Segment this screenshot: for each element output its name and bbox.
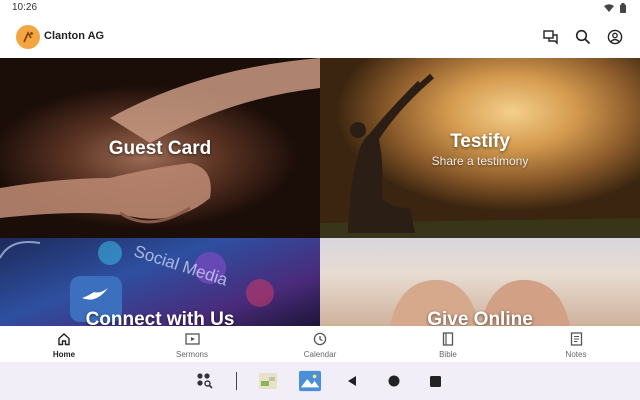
square-overview-icon [430, 375, 441, 387]
photos-icon [298, 370, 321, 392]
connect-tile[interactable]: Social Media Connect with Us [0, 238, 320, 326]
testify-tile[interactable]: Testify Share a testimony [320, 58, 640, 238]
connect-title: Connect with Us [85, 309, 235, 326]
give-tile[interactable]: Give Online [320, 238, 640, 326]
logo-icon [23, 31, 33, 43]
chat-icon [543, 30, 558, 45]
account-button[interactable] [606, 28, 624, 46]
circle-home-icon [388, 375, 399, 387]
battery-icon [620, 3, 626, 13]
status-bar: 10:26 [0, 0, 640, 16]
system-nav-bar [0, 362, 640, 400]
nav-sermons[interactable]: Sermons [128, 326, 256, 362]
home-system-button[interactable] [383, 370, 405, 392]
church-logo [16, 25, 40, 49]
notes-icon [570, 332, 582, 346]
home-tiles: Guest Card Testify Share a testimony Soc… [0, 58, 640, 326]
search-icon [575, 29, 591, 45]
bottom-nav: Home Sermons Calendar Bible Notes [0, 326, 640, 362]
back-button[interactable] [341, 370, 363, 392]
testify-title: Testify [450, 131, 510, 152]
app-header: Clanton AG [0, 16, 640, 58]
app-title: Clanton AG [44, 30, 105, 42]
nav-calendar[interactable]: Calendar [256, 326, 384, 362]
back-icon [347, 376, 356, 386]
nav-home-label: Home [52, 350, 76, 359]
testify-subtitle: Share a testimony [431, 154, 529, 168]
clock-icon [313, 332, 327, 346]
nav-bible[interactable]: Bible [384, 326, 512, 362]
nav-sermons-label: Sermons [175, 350, 208, 359]
taskbar-divider [235, 372, 237, 390]
nav-notes-label: Notes [565, 350, 587, 359]
apps-search-icon [196, 373, 213, 389]
status-time: 10:26 [12, 2, 38, 13]
nav-home[interactable]: Home [0, 326, 128, 362]
overview-button[interactable] [425, 370, 447, 392]
status-icons [604, 3, 626, 13]
nav-notes[interactable]: Notes [512, 326, 640, 362]
book-icon [442, 332, 454, 346]
messages-button[interactable] [542, 28, 560, 46]
recent-app-1[interactable] [257, 370, 279, 392]
wifi-icon [604, 3, 614, 12]
nav-calendar-label: Calendar [303, 350, 337, 359]
app-thumbnail-icon [258, 373, 277, 389]
search-button[interactable] [574, 28, 592, 46]
account-icon [607, 29, 623, 45]
recent-app-2[interactable] [298, 370, 321, 392]
guest-card-title: Guest Card [108, 138, 212, 159]
guest-card-tile[interactable]: Guest Card [0, 58, 320, 238]
home-icon [58, 333, 70, 346]
nav-bible-label: Bible [439, 350, 457, 359]
give-title: Give Online [427, 309, 533, 326]
play-icon [184, 333, 200, 345]
app-search-button[interactable] [194, 370, 216, 392]
